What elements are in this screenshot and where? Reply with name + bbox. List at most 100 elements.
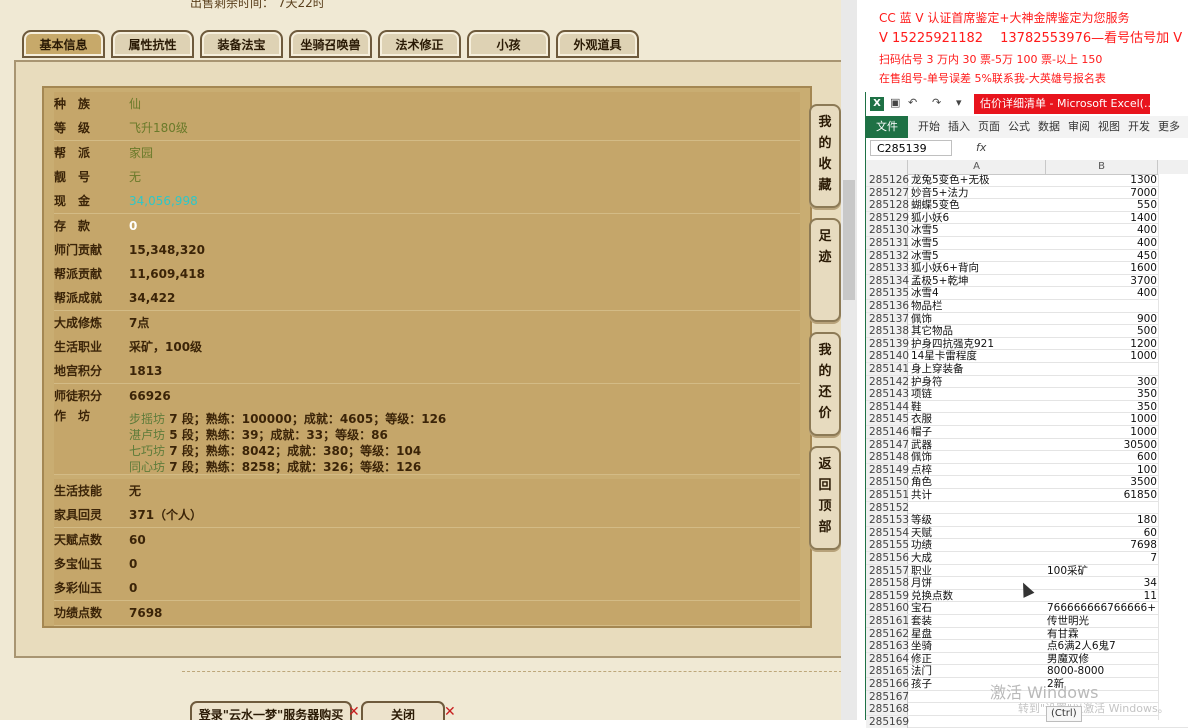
row-number[interactable]: 285140 <box>866 350 909 363</box>
cell-a[interactable]: 项链 <box>911 388 1045 401</box>
row-number[interactable]: 285159 <box>866 589 909 602</box>
cell-b[interactable]: 180 <box>1047 514 1157 527</box>
cell-a[interactable]: 佩饰 <box>911 313 1045 326</box>
cell-a[interactable]: 职业 <box>911 565 1045 578</box>
cell-b[interactable]: 传世明光 <box>1047 615 1157 628</box>
cell-b[interactable]: 61850 <box>1047 489 1157 502</box>
row-number[interactable]: 285148 <box>866 451 909 464</box>
row-number[interactable]: 285127 <box>866 186 909 199</box>
row-number[interactable]: 285155 <box>866 539 909 552</box>
cell-b[interactable]: 450 <box>1047 250 1157 263</box>
row-number[interactable]: 285129 <box>866 211 909 224</box>
cell-a[interactable]: 冰雪5 <box>911 237 1045 250</box>
row-number[interactable]: 285144 <box>866 400 909 413</box>
row-number[interactable]: 285151 <box>866 489 909 501</box>
row-number[interactable]: 285139 <box>866 337 909 350</box>
cell-b[interactable]: 900 <box>1047 313 1157 326</box>
cell-b[interactable]: 766666666766666+ <box>1047 602 1157 615</box>
row-number[interactable]: 285146 <box>866 426 909 438</box>
row-number[interactable]: 285145 <box>866 413 909 426</box>
cell-a[interactable]: 套装 <box>911 615 1045 628</box>
row-number[interactable]: 285150 <box>866 476 909 489</box>
fx-icon[interactable]: fx <box>976 141 986 154</box>
cell-a[interactable]: 帽子 <box>911 426 1045 439</box>
tab-more[interactable]: 更多 <box>1158 116 1180 138</box>
tab-spell-correction[interactable]: 法术修正 <box>378 30 461 58</box>
redo-icon[interactable]: ↷ <box>932 96 941 109</box>
tab-formula[interactable]: 公式 <box>1008 116 1030 138</box>
cell-a[interactable]: 身上穿装备 <box>911 363 1045 376</box>
cell-b[interactable]: 8000-8000 <box>1047 665 1157 678</box>
cell-b[interactable]: 1300 <box>1047 174 1157 187</box>
cell-a[interactable]: 佩饰 <box>911 451 1045 464</box>
row-number[interactable]: 285154 <box>866 526 909 539</box>
row-number[interactable]: 285143 <box>866 388 909 401</box>
cell-b[interactable]: 有甘霖 <box>1047 628 1157 641</box>
row-number[interactable]: 285131 <box>866 237 909 249</box>
tab-insert[interactable]: 插入 <box>948 116 970 138</box>
cell-a[interactable]: 修正 <box>911 653 1045 666</box>
row-number[interactable]: 285130 <box>866 224 909 237</box>
cell-b[interactable]: 点6满2人6鬼7 <box>1047 640 1157 653</box>
row-number[interactable]: 285166 <box>866 678 909 690</box>
cell-a[interactable]: 星盘 <box>911 628 1045 641</box>
login-server-buy-button[interactable]: 登录"云水一梦"服务器购买 <box>190 701 352 720</box>
cell-b[interactable]: 300 <box>1047 376 1157 389</box>
undo-icon[interactable]: ↶ <box>908 96 917 109</box>
footprints-button[interactable]: 足迹 <box>809 218 841 322</box>
tab-basic-info[interactable]: 基本信息 <box>22 30 105 58</box>
tab-developer[interactable]: 开发 <box>1128 116 1150 138</box>
cell-b[interactable]: 男魔双修 <box>1047 653 1157 666</box>
cell-b[interactable]: 100 <box>1047 464 1157 477</box>
row-number[interactable]: 285169 <box>866 715 909 728</box>
tab-view[interactable]: 视图 <box>1098 116 1120 138</box>
page-scrollbar[interactable] <box>841 0 857 720</box>
tab-page[interactable]: 页面 <box>978 116 1000 138</box>
row-number[interactable]: 285138 <box>866 325 909 338</box>
row-number[interactable]: 285134 <box>866 274 909 287</box>
cell-b[interactable]: 1600 <box>1047 262 1157 275</box>
row-number[interactable]: 285137 <box>866 312 909 325</box>
row-number[interactable]: 285163 <box>866 640 909 653</box>
cell-b[interactable]: 350 <box>1047 388 1157 401</box>
tab-review[interactable]: 审阅 <box>1068 116 1090 138</box>
cell-b[interactable]: 3700 <box>1047 275 1157 288</box>
cell-a[interactable]: 孟极5+乾坤 <box>911 275 1045 288</box>
cell-b[interactable]: 350 <box>1047 401 1157 414</box>
row-number[interactable]: 285160 <box>866 602 909 615</box>
cell-a[interactable]: 冰雪4 <box>911 287 1045 300</box>
cell-a[interactable]: 其它物品 <box>911 325 1045 338</box>
cell-b[interactable]: 1000 <box>1047 350 1157 363</box>
cell-a[interactable]: 护身符 <box>911 376 1045 389</box>
my-counteroffer-button[interactable]: 我的还价 <box>809 332 841 436</box>
scrollbar-thumb[interactable] <box>843 180 855 300</box>
row-number[interactable]: 285133 <box>866 262 909 275</box>
cell-a[interactable]: 大成 <box>911 552 1045 565</box>
cell-a[interactable]: 蝴蝶5变色 <box>911 199 1045 212</box>
cell-a[interactable]: 等级 <box>911 514 1045 527</box>
cell-a[interactable]: 物品栏 <box>911 300 1045 313</box>
cell-b[interactable]: 7000 <box>1047 187 1157 200</box>
cell-a[interactable]: 坐骑 <box>911 640 1045 653</box>
cell-b[interactable]: 1200 <box>1047 338 1157 351</box>
column-a-header[interactable]: A <box>908 160 1046 174</box>
cell-a[interactable]: 衣服 <box>911 413 1045 426</box>
cell-b[interactable]: 30500 <box>1047 439 1157 452</box>
row-number[interactable]: 285158 <box>866 577 909 590</box>
cell-a[interactable]: 冰雪5 <box>911 250 1045 263</box>
cell-a[interactable]: 冰雪5 <box>911 224 1045 237</box>
row-number[interactable]: 285147 <box>866 438 909 451</box>
tab-file[interactable]: 文件 <box>866 116 908 138</box>
cell-b[interactable]: 600 <box>1047 451 1157 464</box>
tab-attributes[interactable]: 属性抗性 <box>111 30 194 58</box>
cell-b[interactable]: 500 <box>1047 325 1157 338</box>
cell-a[interactable]: 龙兔5变色+无极 <box>911 174 1045 187</box>
row-number[interactable]: 285165 <box>866 665 909 678</box>
row-number[interactable]: 285164 <box>866 652 909 665</box>
cell-b[interactable]: 400 <box>1047 237 1157 250</box>
row-number[interactable]: 285157 <box>866 564 909 577</box>
cell-b[interactable]: 34 <box>1047 577 1157 590</box>
cell-a[interactable]: 角色 <box>911 476 1045 489</box>
customize-toolbar-icon[interactable]: ▾ <box>956 96 962 109</box>
cell-b[interactable]: 1000 <box>1047 413 1157 426</box>
